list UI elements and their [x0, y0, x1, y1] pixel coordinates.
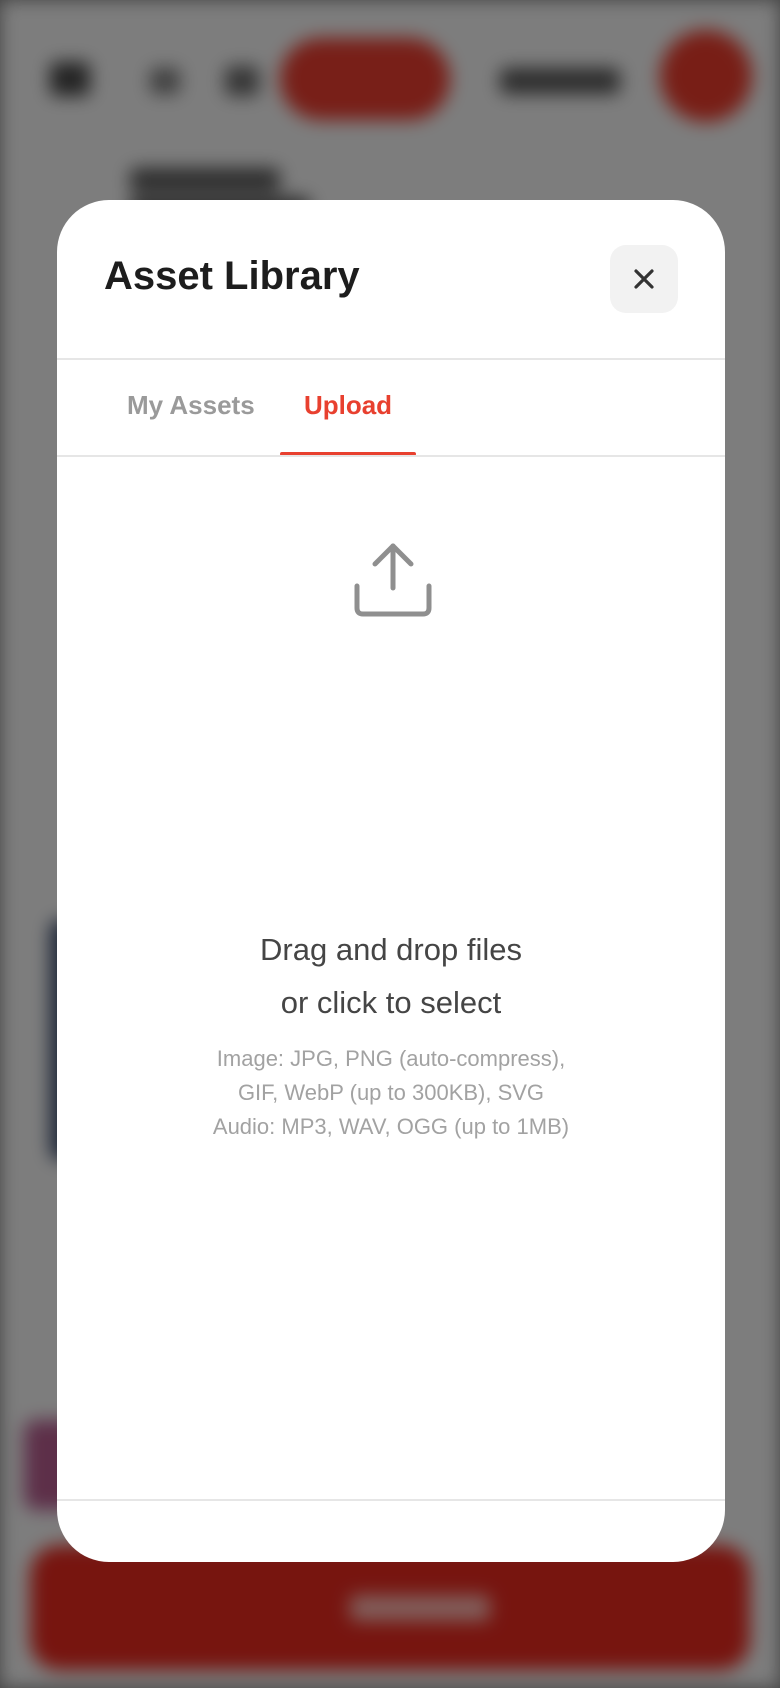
upload-dropzone[interactable]: Drag and drop files or click to select I…: [57, 458, 725, 1498]
close-icon: [634, 269, 654, 289]
dropzone-title: Drag and drop files: [260, 932, 522, 967]
close-button[interactable]: [610, 245, 678, 313]
tab-upload[interactable]: Upload: [280, 390, 416, 456]
tabs-divider: [57, 455, 725, 457]
asset-library-modal: Asset Library My Assets Upload Drag and …: [57, 200, 725, 1562]
tab-bar: My Assets Upload: [57, 360, 725, 456]
footer-divider: [57, 1499, 725, 1501]
dropzone-subtitle: or click to select: [280, 985, 502, 1020]
supported-formats-line: GIF, WebP (up to 300KB), SVG: [237, 1080, 545, 1105]
upload-icon: [354, 543, 432, 617]
modal-header: Asset Library: [57, 200, 725, 360]
supported-formats-line: Image: JPG, PNG (auto-compress),: [216, 1046, 566, 1071]
modal-title: Asset Library: [104, 254, 360, 298]
tab-my-assets[interactable]: My Assets: [127, 390, 255, 456]
supported-formats-line: Audio: MP3, WAV, OGG (up to 1MB): [212, 1114, 570, 1139]
